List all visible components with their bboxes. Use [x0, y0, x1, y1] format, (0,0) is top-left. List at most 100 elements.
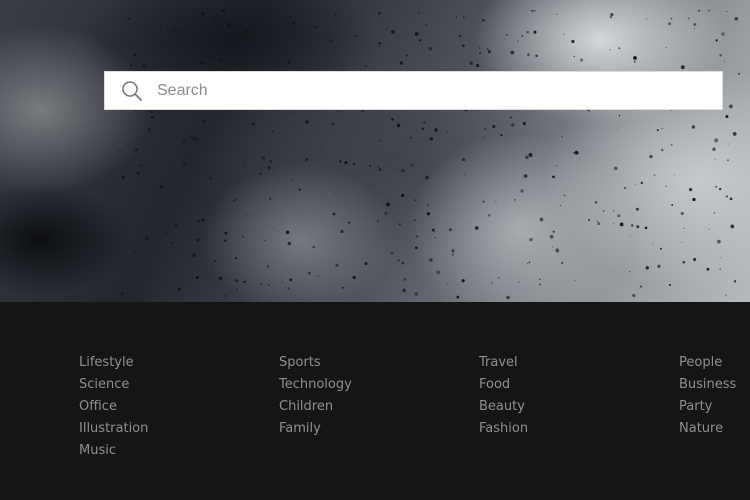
dust-speck: [692, 197, 696, 202]
dust-speck: [339, 160, 342, 163]
dust-speck: [446, 282, 448, 285]
dust-speck: [352, 275, 356, 280]
category-link[interactable]: Children: [279, 396, 352, 418]
dust-speck: [474, 226, 479, 230]
dust-speck: [376, 219, 379, 222]
category-link[interactable]: Science: [79, 374, 148, 396]
category-link[interactable]: People: [679, 352, 736, 374]
dust-speck: [401, 168, 405, 173]
dust-speck: [301, 45, 303, 47]
dust-speck: [694, 27, 696, 29]
dust-speck: [190, 136, 193, 139]
category-link[interactable]: Beauty: [479, 396, 528, 418]
dust-speck: [618, 115, 621, 117]
dust-speck: [269, 197, 272, 200]
dust-speck: [495, 200, 497, 203]
dust-speck: [341, 286, 344, 289]
dust-speck: [174, 29, 178, 34]
dust-speck: [426, 212, 431, 216]
dust-speck: [561, 261, 564, 264]
dust-speck: [242, 236, 244, 238]
dust-speck: [271, 130, 274, 133]
dust-speck: [556, 13, 558, 15]
dust-speck: [120, 292, 124, 296]
dust-speck: [623, 186, 627, 190]
dust-speck: [251, 122, 255, 126]
category-column-1: Lifestyle Science Office Illustration Mu…: [79, 352, 148, 462]
category-link[interactable]: Office: [79, 396, 148, 418]
category-link[interactable]: Party: [679, 396, 736, 418]
dust-speck: [719, 187, 722, 191]
category-link[interactable]: Nature: [679, 418, 736, 440]
dust-speck: [321, 146, 323, 148]
search-input[interactable]: [155, 74, 699, 107]
dust-speck: [561, 135, 563, 138]
dust-speck: [529, 154, 533, 158]
dust-speck: [205, 56, 207, 58]
dust-speck: [287, 287, 290, 290]
search-icon[interactable]: [121, 80, 143, 102]
dust-speck: [500, 133, 503, 137]
dust-speck: [635, 207, 639, 211]
search-bar[interactable]: [104, 71, 723, 110]
dust-speck: [733, 280, 737, 283]
dust-speck: [369, 165, 372, 167]
dust-speck: [657, 264, 661, 268]
dust-speck: [522, 121, 527, 126]
dust-speck: [560, 204, 561, 206]
dust-speck: [310, 146, 313, 148]
dust-speck: [142, 64, 146, 68]
category-link[interactable]: Sports: [279, 352, 352, 374]
dust-speck: [378, 168, 382, 172]
category-link[interactable]: Fashion: [479, 418, 528, 440]
category-link[interactable]: Music: [79, 440, 148, 462]
dust-speck: [287, 241, 291, 246]
dust-speck: [521, 34, 524, 38]
dust-speck: [661, 128, 663, 130]
category-link[interactable]: Travel: [479, 352, 528, 374]
dust-speck: [317, 274, 319, 277]
dust-speck: [121, 175, 125, 180]
dust-speck: [268, 284, 270, 286]
category-link[interactable]: Technology: [279, 374, 352, 396]
dust-speck: [260, 283, 262, 285]
dust-speck: [243, 162, 246, 164]
dust-speck: [645, 266, 649, 270]
dust-speck: [394, 168, 396, 170]
dust-speck: [150, 111, 153, 113]
dust-speck: [233, 237, 235, 239]
dust-speck: [462, 44, 465, 48]
dust-speck: [434, 236, 436, 239]
dust-speck: [398, 223, 401, 226]
dust-speck: [535, 54, 538, 58]
category-link[interactable]: Business: [679, 374, 736, 396]
dust-speck: [556, 164, 558, 167]
dust-speck: [195, 238, 200, 242]
dust-speck: [425, 175, 429, 180]
dust-speck: [727, 159, 729, 162]
dust-speck: [308, 271, 311, 275]
category-link[interactable]: Lifestyle: [79, 352, 148, 374]
dust-speck: [552, 175, 555, 179]
dust-speck: [511, 123, 515, 127]
dust-speck: [212, 18, 216, 21]
dust-speck: [337, 110, 339, 113]
dust-speck: [478, 47, 481, 49]
dust-speck: [201, 12, 205, 16]
category-link[interactable]: Family: [279, 418, 352, 440]
dust-speck: [334, 14, 337, 17]
dust-speck: [476, 63, 480, 68]
category-link[interactable]: Food: [479, 374, 528, 396]
dust-speck: [528, 261, 531, 263]
dust-speck: [503, 50, 505, 52]
dust-speck: [332, 212, 336, 216]
dust-speck: [227, 22, 232, 27]
dust-speck: [597, 222, 601, 226]
dust-speck: [505, 33, 508, 37]
category-link[interactable]: Illustration: [79, 418, 148, 440]
dust-speck: [335, 263, 339, 267]
dust-speck: [510, 116, 512, 119]
dust-speck: [192, 253, 196, 257]
dust-speck: [385, 276, 387, 278]
dust-speck: [159, 25, 162, 28]
